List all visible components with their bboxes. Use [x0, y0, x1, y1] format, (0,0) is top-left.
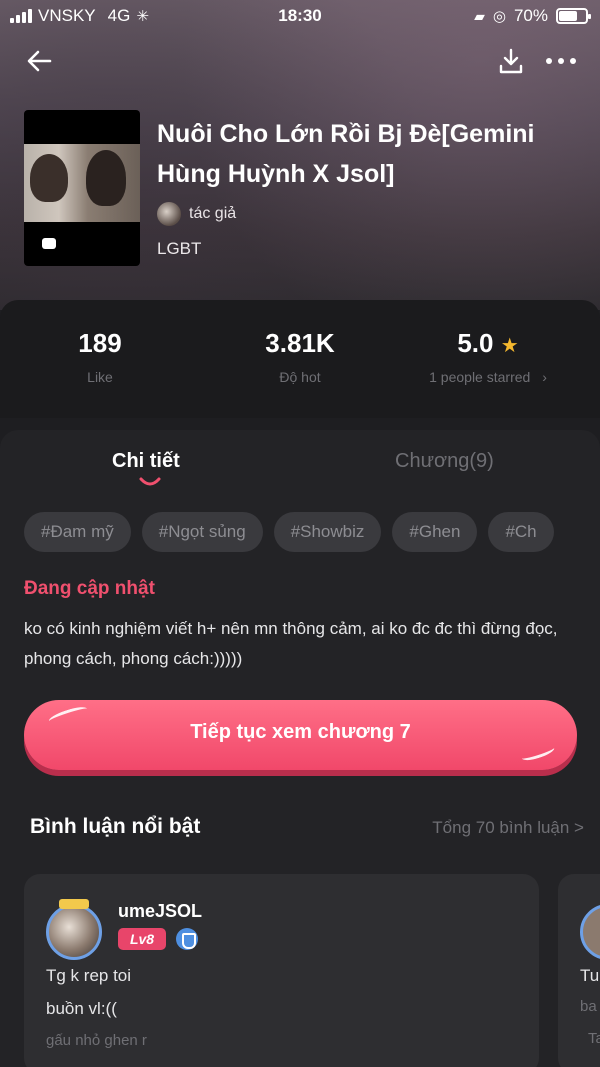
tag-chip[interactable]: #Đam mỹ — [24, 512, 131, 552]
stat-hot: 3.81K Độ hot — [200, 300, 400, 385]
likes-value: 189 — [78, 328, 122, 358]
level-badge: Lv8 — [118, 928, 166, 950]
book-title: Nuôi Cho Lớn Rồi Bj Đè[Gemini Hùng Huỳnh… — [157, 120, 535, 188]
comment-card[interactable]: Tu ba Ta — [558, 874, 600, 1067]
tag-chip[interactable]: #Ghen — [392, 512, 478, 552]
comment-reply-preview: Ta — [588, 1030, 600, 1047]
orientation-lock-icon: ◎ — [492, 8, 506, 25]
tag-list: #Đam mỹ #Ngọt sủng #Showbiz #Ghen #Ch — [24, 512, 600, 552]
battery-percent: 70% — [513, 6, 548, 25]
stat-rating[interactable]: 5.0 ★ 1 people starred › — [388, 300, 588, 385]
chat-icon — [42, 238, 56, 249]
rating-value: 5.0 — [457, 328, 494, 358]
comment-text: buồn vl:(( — [46, 999, 117, 1018]
author-avatar — [157, 202, 181, 226]
avatar[interactable] — [46, 899, 102, 960]
star-icon: ★ — [500, 335, 519, 357]
car-icon: ▰ — [474, 7, 485, 24]
rating-label: 1 people starred — [429, 369, 531, 385]
comment-reply-preview: gấu nhỏ ghen r — [46, 1032, 147, 1049]
writer-badge — [59, 899, 89, 909]
back-arrow-icon[interactable] — [24, 46, 54, 76]
rating-row: 5.0 ★ — [388, 328, 588, 359]
comment-text: Tg k rep toi — [46, 966, 132, 985]
shield-icon — [176, 928, 198, 950]
download-icon[interactable] — [496, 46, 526, 76]
continue-reading-label: Tiếp tục xem chương 7 — [190, 721, 411, 743]
rating-chevron: › — [542, 369, 547, 385]
book-cover[interactable] — [24, 110, 140, 266]
battery-fill — [559, 11, 577, 21]
tab-detail[interactable]: Chi tiết — [112, 450, 180, 473]
author-label: tác giả — [189, 205, 237, 222]
author-row[interactable]: tác giả — [157, 202, 236, 226]
cover-photo — [24, 144, 140, 222]
comments-title: Bình luận nổi bật — [30, 815, 201, 838]
stat-likes: 189 Like — [0, 300, 200, 385]
tag-chip[interactable]: #Ngọt sủng — [141, 512, 263, 552]
hot-value: 3.81K — [265, 328, 335, 358]
status-bar: VNSKY 4G ✳ 18:30 ▰ ◎ 70% — [0, 0, 600, 32]
comment-card[interactable]: umeJSOL Lv8 Tg k rep toi buồn vl:(( gấu … — [24, 874, 539, 1067]
more-icon[interactable] — [544, 48, 578, 74]
tag-chip[interactable]: #Ch — [488, 512, 554, 552]
tag-chip[interactable]: #Showbiz — [273, 512, 382, 552]
comment-username[interactable]: umeJSOL — [118, 901, 202, 922]
battery-icon — [556, 8, 591, 24]
book-description: ko có kinh nghiệm viết h+ nên mn thông c… — [24, 619, 558, 668]
tab-chapters[interactable]: Chương(9) — [395, 450, 494, 473]
likes-label: Like — [87, 369, 113, 385]
comments-total-link[interactable]: Tổng 70 bình luận > — [432, 818, 584, 838]
rating-label-row: 1 people starred › — [388, 369, 588, 385]
continue-reading-button[interactable]: Tiếp tục xem chương 7 — [24, 700, 577, 770]
avatar[interactable] — [580, 904, 600, 960]
content-section: Chi tiết Chương(9) #Đam mỹ #Ngọt sủng #Sho… — [0, 430, 600, 1067]
update-status: Đang cập nhật — [24, 578, 155, 599]
stats-bar: 189 Like 3.81K Độ hot 5.0 ★ 1 people sta… — [0, 300, 600, 418]
comment-text: Tu — [580, 966, 600, 985]
tab-indicator — [139, 477, 161, 486]
book-genre: LGBT — [157, 239, 202, 258]
status-right: ▰ ◎ 70% — [474, 6, 591, 26]
comment-reply-preview: ba — [580, 998, 597, 1015]
hot-label: Độ hot — [279, 369, 321, 385]
